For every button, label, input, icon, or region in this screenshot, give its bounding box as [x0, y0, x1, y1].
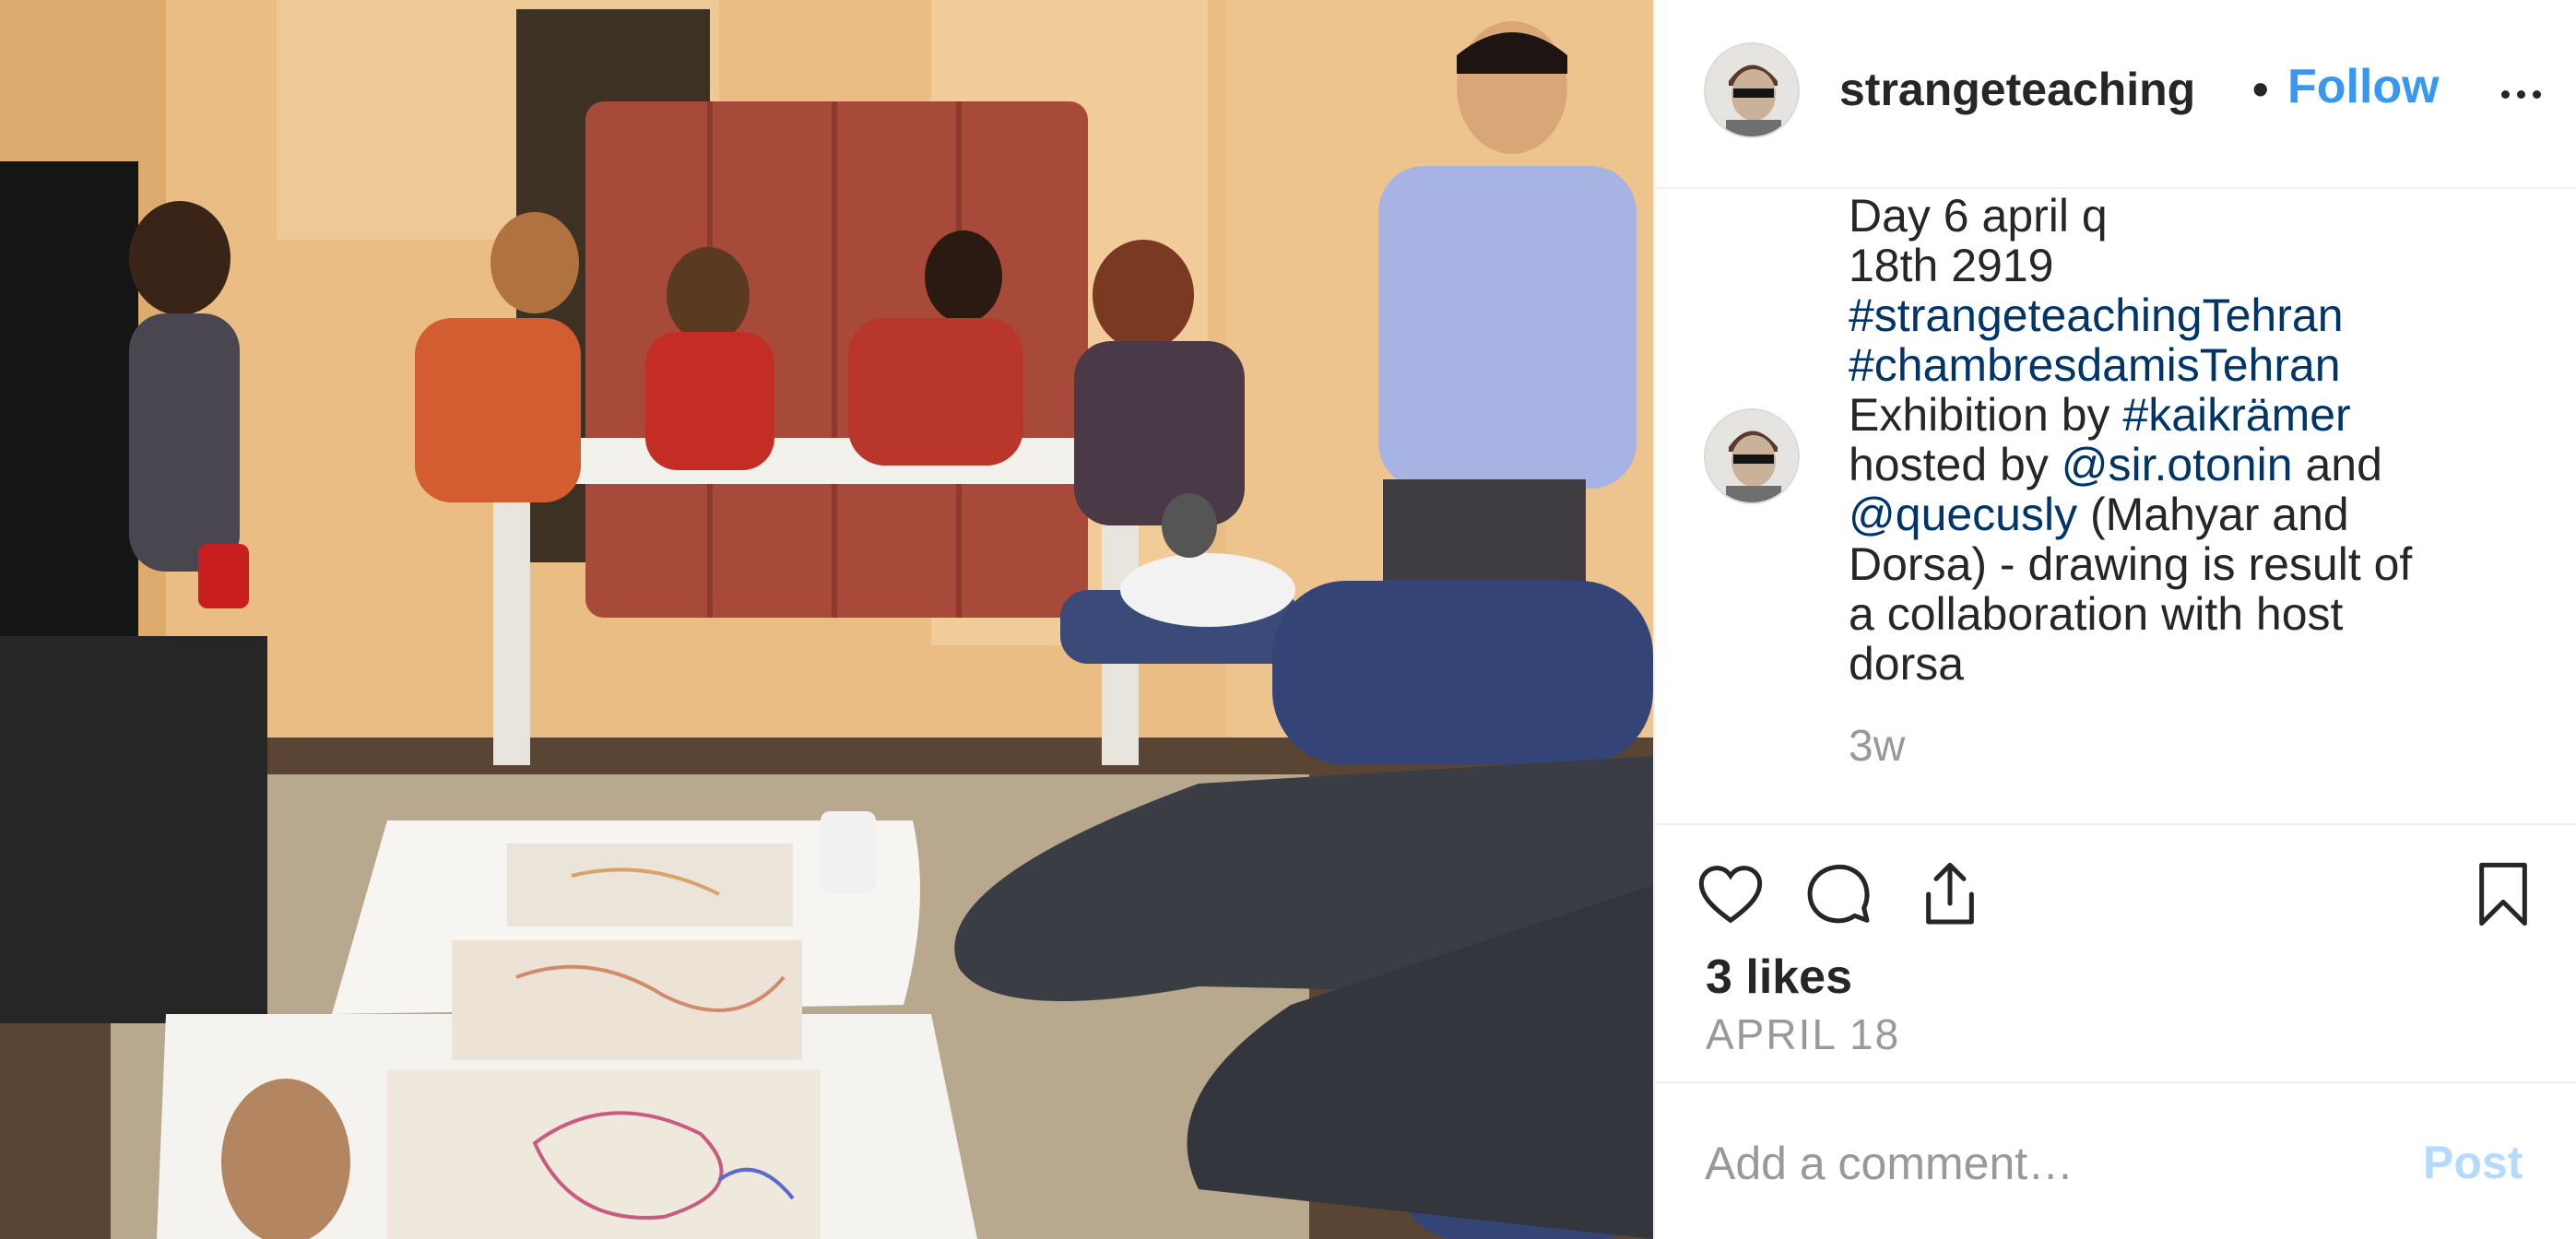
share-glyph — [1926, 862, 1974, 925]
caption-line: Exhibition by #kaikrämer — [1849, 390, 2549, 440]
username[interactable]: strangeteaching — [1839, 63, 2245, 116]
comment-input[interactable] — [1703, 1133, 2352, 1194]
room-scene-image — [0, 0, 1653, 1239]
post-photo[interactable] — [0, 0, 1653, 1239]
post-comment-button[interactable]: Post — [2423, 1136, 2523, 1189]
caption-timestamp[interactable]: 3w — [1849, 721, 1905, 772]
caption-line: hosted by @sir.otonin and — [1849, 440, 2549, 490]
caption-line: dorsa — [1849, 639, 2549, 689]
caption-text: dorsa — [1849, 638, 1965, 690]
likes-count[interactable]: 3 likes — [1706, 950, 1852, 1005]
bookmark-glyph — [2479, 862, 2527, 926]
caption-link[interactable]: #strangeteachingTehran — [1849, 289, 2344, 341]
heart-glyph — [1698, 866, 1763, 924]
more-dot — [2501, 90, 2510, 99]
caption-avatar[interactable] — [1706, 410, 1798, 502]
caption-line: a collaboration with host — [1849, 589, 2549, 639]
caption-line: Dorsa) - drawing is result of — [1849, 539, 2549, 589]
caption-line: #strangeteachingTehran — [1849, 290, 2549, 340]
caption-text: 18th 2919 — [1849, 240, 2054, 291]
caption-text: (Mahyar and — [2077, 489, 2349, 540]
post-date[interactable]: APRIL 18 — [1706, 1009, 1900, 1059]
caption-line: #chambresdamisTehran — [1849, 340, 2549, 390]
heart-icon[interactable] — [1694, 857, 1767, 931]
comment-glyph — [1807, 864, 1870, 924]
caption-text: Dorsa) - drawing is result of — [1849, 538, 2413, 590]
caption-link[interactable]: #kaikrämer — [2122, 389, 2350, 441]
caption-link[interactable]: @sir.otonin — [2062, 439, 2293, 490]
caption-line: @quecusly (Mahyar and — [1849, 490, 2549, 539]
post-header: strangeteaching • Follow — [1655, 0, 2576, 189]
post-sidebar: strangeteaching • Follow Day 6 april q 18… — [1653, 0, 2576, 1239]
action-bar: 3 likes APRIL 18 — [1655, 825, 2576, 1083]
caption-text: Exhibition by — [1849, 389, 2123, 441]
comment-icon[interactable] — [1802, 857, 1876, 931]
share-icon[interactable] — [1913, 857, 1987, 931]
caption-text: and — [2292, 439, 2382, 490]
caption-text: a collaboration with host — [1849, 588, 2344, 640]
caption-link[interactable]: #chambresdamisTehran — [1849, 339, 2341, 391]
caption-text: hosted by — [1849, 439, 2062, 490]
more-options-icon[interactable] — [2494, 65, 2549, 101]
avatar-image — [1706, 410, 1798, 502]
caption-section: Day 6 april q 18th 2919 #strangeteachingTe… — [1655, 191, 2576, 825]
user-avatar[interactable] — [1706, 44, 1798, 136]
caption-link[interactable]: @quecusly — [1849, 489, 2077, 540]
separator-dot: • — [2252, 64, 2269, 115]
caption-line: 18th 2919 — [1849, 241, 2549, 290]
more-dot — [2533, 90, 2541, 99]
caption-text: Day 6 april q — [1849, 191, 2108, 242]
comment-form: Post — [1655, 1085, 2576, 1239]
bookmark-icon[interactable] — [2466, 857, 2540, 931]
more-dot — [2517, 90, 2525, 99]
caption-line: Day 6 april q — [1849, 191, 2549, 241]
post-caption: Day 6 april q 18th 2919 #strangeteachingTe… — [1849, 191, 2549, 689]
avatar-image — [1706, 44, 1798, 136]
follow-button[interactable]: Follow — [2287, 59, 2440, 114]
